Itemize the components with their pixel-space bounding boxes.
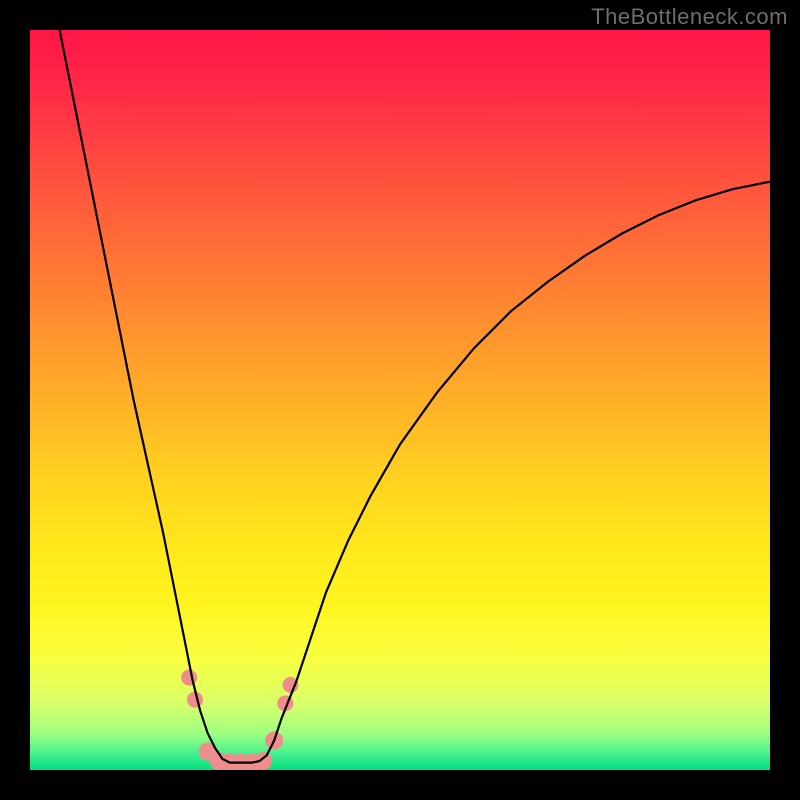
- marker-dot: [181, 670, 197, 686]
- chart-frame: TheBottleneck.com: [0, 0, 800, 800]
- bottleneck-curve: [60, 30, 770, 763]
- chart-svg: [30, 30, 770, 770]
- watermark-text: TheBottleneck.com: [591, 4, 788, 30]
- plot-area: [30, 30, 770, 770]
